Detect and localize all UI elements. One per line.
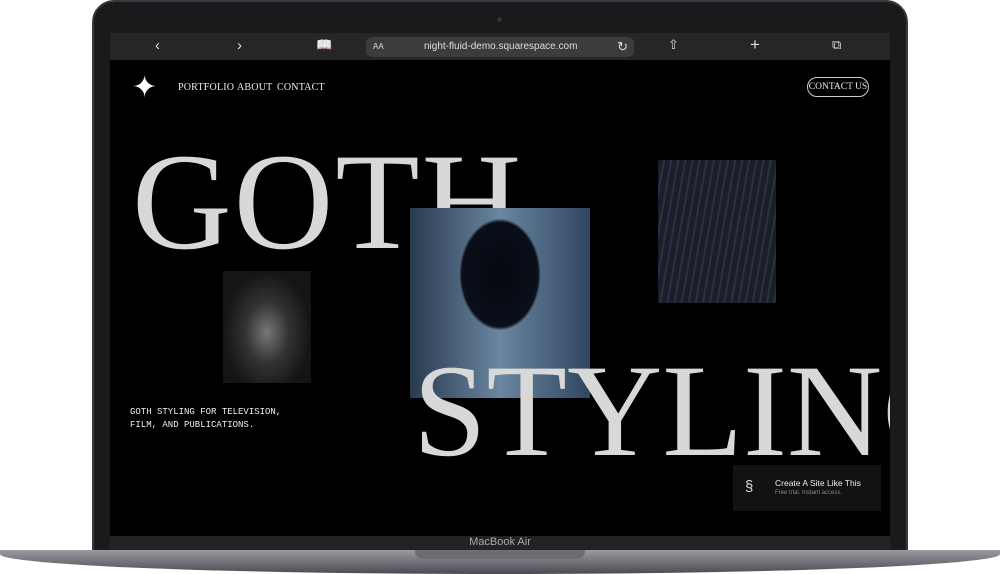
url-text: night-fluid-demo.squarespace.com [424,41,578,52]
new-tab-icon[interactable]: + [750,35,760,55]
bookmarks-icon[interactable]: 📖 [316,37,332,53]
badge-title: Create A Site Like This [775,478,861,488]
nav-about[interactable]: ABOUT [237,82,272,93]
text-size-button[interactable]: AA [373,42,384,51]
create-site-badge[interactable]: § Create A Site Like This Free trial. In… [733,465,881,511]
model-label: MacBook Air [469,536,531,548]
share-icon[interactable]: ⇧ [668,37,679,53]
tabs-icon[interactable]: ⧉ [832,37,841,53]
address-bar[interactable]: AA night-fluid-demo.squarespace.com ↻ [366,37,634,57]
back-icon[interactable]: ‹ [155,37,160,54]
tagline: GOTH STYLING FOR TELEVISION, FILM, AND P… [130,407,282,430]
browser-toolbar: ‹ › 📖 AA night-fluid-demo.squarespace.co… [110,33,890,60]
striped-jacket-image [658,160,776,303]
reload-icon[interactable]: ↻ [617,39,628,55]
camera [497,17,502,22]
title-styling: STYLING [413,337,890,484]
logo-star-icon[interactable]: ✦ [132,73,157,103]
forward-icon[interactable]: › [237,37,242,54]
squarespace-logo-icon: § [745,478,754,495]
contact-us-button[interactable]: CONTACT US [807,77,869,97]
badge-subtitle: Free trial. Instant access. [775,490,843,496]
nav-portfolio[interactable]: PORTFOLIO [178,82,234,93]
screen: ‹ › 📖 AA night-fluid-demo.squarespace.co… [110,33,890,536]
nav-contact[interactable]: CONTACT [277,82,325,93]
lid-notch [415,550,585,559]
bracelet-image [223,271,311,383]
